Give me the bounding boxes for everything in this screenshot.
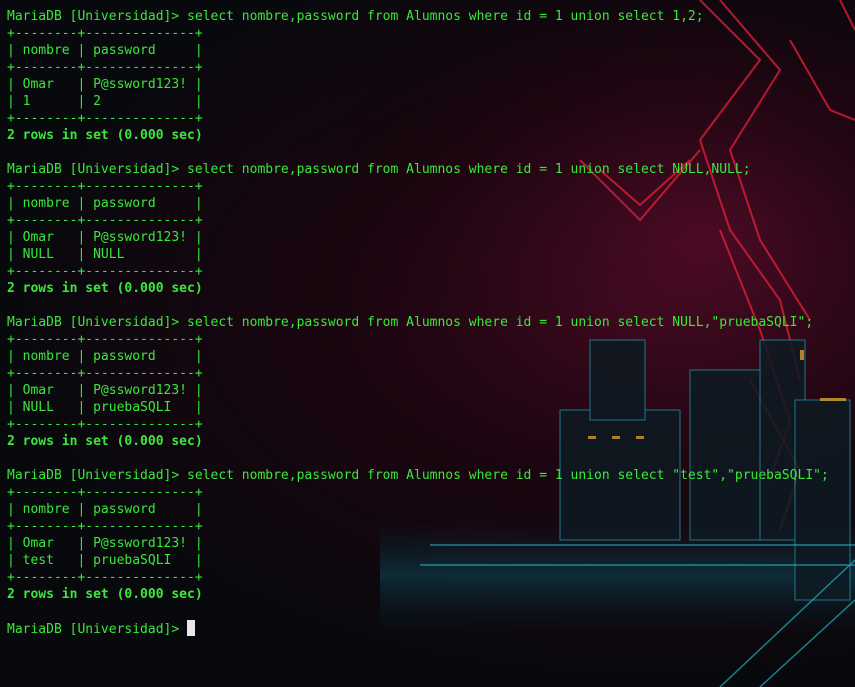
table-border: +--------+--------------+ — [7, 332, 203, 347]
prompt-text: MariaDB [Universidad]> — [7, 622, 188, 637]
command-line: MariaDB [Universidad]> select nombre,pas… — [7, 468, 829, 483]
result-status: 2 rows in set (0.000 sec) — [7, 281, 203, 296]
table-row: | test | pruebaSQLI | — [7, 553, 203, 568]
table-row: | Omar | P@ssword123! | — [7, 77, 203, 92]
command-line: MariaDB [Universidad]> select nombre,pas… — [7, 9, 704, 24]
table-border: +--------+--------------+ — [7, 111, 203, 126]
table-header: | nombre | password | — [7, 349, 203, 364]
table-border: +--------+--------------+ — [7, 60, 203, 75]
table-row: | Omar | P@ssword123! | — [7, 536, 203, 551]
table-border: +--------+--------------+ — [7, 264, 203, 279]
command-line: MariaDB [Universidad]> select nombre,pas… — [7, 315, 814, 330]
result-status: 2 rows in set (0.000 sec) — [7, 587, 203, 602]
table-row: | NULL | NULL | — [7, 247, 203, 262]
table-header: | nombre | password | — [7, 43, 203, 58]
terminal-output: MariaDB [Universidad]> select nombre,pas… — [7, 8, 829, 637]
table-border: +--------+--------------+ — [7, 26, 203, 41]
table-border: +--------+--------------+ — [7, 570, 203, 585]
table-header: | nombre | password | — [7, 502, 203, 517]
table-border: +--------+--------------+ — [7, 519, 203, 534]
table-border: +--------+--------------+ — [7, 179, 203, 194]
table-row: | Omar | P@ssword123! | — [7, 230, 203, 245]
table-row: | 1 | 2 | — [7, 94, 203, 109]
table-row: | Omar | P@ssword123! | — [7, 383, 203, 398]
result-status: 2 rows in set (0.000 sec) — [7, 128, 203, 143]
result-status: 2 rows in set (0.000 sec) — [7, 434, 203, 449]
table-border: +--------+--------------+ — [7, 366, 203, 381]
terminal-window[interactable]: MariaDB [Universidad]> select nombre,pas… — [0, 0, 855, 687]
text-cursor[interactable] — [187, 620, 196, 636]
table-border: +--------+--------------+ — [7, 485, 203, 500]
table-border: +--------+--------------+ — [7, 213, 203, 228]
prompt-line[interactable]: MariaDB [Universidad]> — [7, 620, 829, 637]
table-border: +--------+--------------+ — [7, 417, 203, 432]
table-header: | nombre | password | — [7, 196, 203, 211]
table-row: | NULL | pruebaSQLI | — [7, 400, 203, 415]
command-line: MariaDB [Universidad]> select nombre,pas… — [7, 162, 751, 177]
